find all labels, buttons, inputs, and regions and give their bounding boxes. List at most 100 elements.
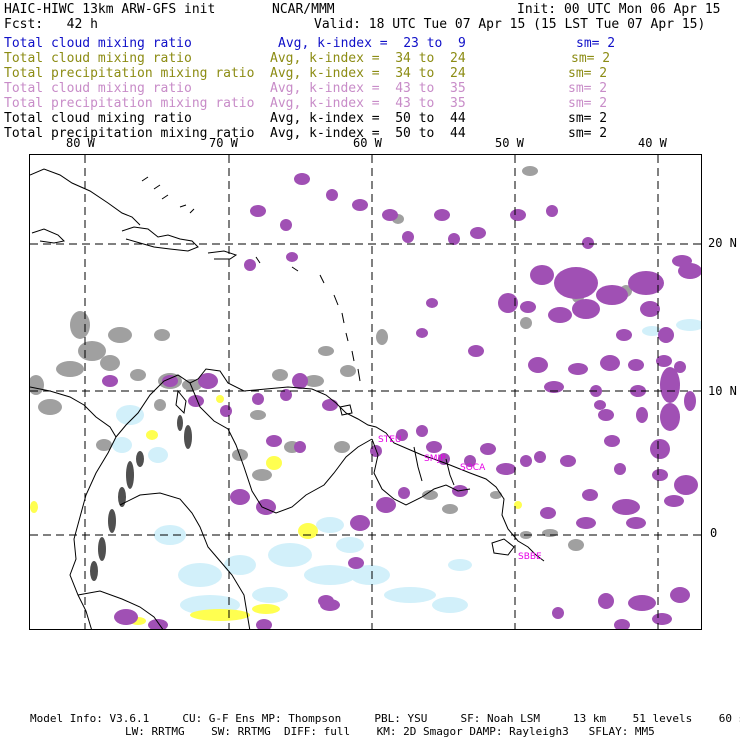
purple-cloud	[626, 517, 646, 529]
field-avg: Avg, k-index = 34 to 24	[270, 51, 466, 66]
purple-cloud	[220, 405, 232, 417]
purple-cloud	[568, 363, 588, 375]
field-name: Total precipitation mixing ratio	[4, 66, 255, 81]
purple-cloud	[674, 361, 686, 373]
purple-cloud	[548, 307, 572, 323]
purple-cloud	[614, 463, 626, 475]
purple-cloud	[582, 489, 598, 501]
field-name: Total cloud mixing ratio	[4, 81, 192, 96]
purple-cloud	[496, 463, 516, 475]
purple-cloud	[636, 407, 648, 423]
valid-time: Valid: 18 UTC Tue 07 Apr 15 (15 LST Tue …	[314, 17, 706, 32]
lon-label-40w: 40 W	[638, 136, 667, 150]
purple-cloud	[582, 237, 594, 249]
gray-cloud	[78, 341, 106, 361]
field-avg: Avg, k-index = 34 to 24	[270, 66, 466, 81]
light-blue-cloud	[268, 543, 312, 567]
purple-cloud	[652, 613, 672, 625]
purple-cloud	[426, 441, 442, 453]
gray-cloud	[250, 410, 266, 420]
lon-label-80w: 80 W	[66, 136, 95, 150]
purple-cloud	[352, 199, 368, 211]
purple-cloud	[350, 515, 370, 531]
purple-cloud	[614, 619, 630, 629]
purple-cloud	[572, 299, 600, 319]
field-sm: sm= 2	[571, 51, 611, 66]
field-name: Total cloud mixing ratio	[4, 36, 192, 51]
yellow-precip	[266, 456, 282, 470]
purple-cloud	[148, 619, 168, 629]
station-label: STEU	[378, 435, 401, 445]
light-blue-cloud	[316, 517, 344, 533]
field-name: Total cloud mixing ratio	[4, 111, 192, 126]
gray-cloud	[154, 399, 166, 411]
jamaica-coast	[31, 228, 66, 244]
field-sm: sm= 2	[568, 96, 608, 111]
station-label: SMJP	[424, 454, 446, 464]
lon-label-60w: 60 W	[353, 136, 382, 150]
purple-cloud	[660, 367, 680, 403]
station-label: SBBE	[518, 552, 542, 562]
yellow-precip	[216, 395, 224, 403]
gray-cloud	[542, 529, 558, 537]
purple-cloud	[250, 205, 266, 217]
purple-cloud	[600, 355, 620, 371]
purple-cloud	[426, 298, 438, 308]
dark-gray-cloud	[126, 461, 134, 489]
purple-cloud	[348, 557, 364, 569]
purple-cloud	[292, 373, 308, 389]
purple-cloud	[398, 487, 410, 499]
gray-cloud	[38, 399, 62, 415]
lon-label-70w: 70 W	[209, 136, 238, 150]
lesser-antilles-coast	[255, 256, 361, 382]
purple-cloud	[674, 475, 698, 495]
purple-cloud	[230, 489, 250, 505]
purple-cloud	[552, 607, 564, 619]
gray-cloud	[252, 469, 272, 481]
model-info-line2: LW: RRTMG SW: RRTMG DIFF: full KM: 2D Sm…	[125, 725, 655, 738]
purple-cloud	[596, 285, 628, 305]
purple-cloud	[672, 255, 692, 267]
init-time: Init: 00 UTC Mon 06 Apr 15	[517, 2, 721, 17]
field-sm: sm= 2	[568, 81, 608, 96]
gray-cloud	[334, 441, 350, 453]
purple-cloud	[102, 375, 118, 387]
bahamas-coast	[141, 176, 195, 214]
purple-cloud	[628, 595, 656, 611]
field-sm: sm= 2	[568, 66, 608, 81]
field-sm: sm= 2	[568, 111, 608, 126]
purple-cloud	[520, 455, 532, 467]
purple-cloud	[520, 301, 536, 313]
purple-cloud	[628, 271, 664, 295]
map-canvas: STEU SMJP SOCA SBBE	[30, 155, 701, 629]
dark-gray-cloud	[90, 561, 98, 581]
purple-cloud	[594, 400, 606, 410]
dark-gray-cloud	[108, 509, 116, 533]
gray-cloud	[568, 539, 584, 551]
purple-cloud	[402, 231, 414, 243]
gray-cloud	[520, 317, 532, 329]
purple-cloud	[598, 409, 614, 421]
gray-cloud	[376, 329, 388, 345]
dark-gray-cloud	[98, 537, 106, 561]
pacific-coast	[69, 436, 117, 629]
gray-cloud	[490, 491, 502, 499]
dark-gray-cloud	[177, 415, 183, 431]
light-blue-cloud	[676, 319, 701, 331]
purple-cloud	[480, 443, 496, 455]
light-blue-cloud	[154, 525, 186, 545]
field-avg: Avg, k-index = 43 to 35	[270, 81, 466, 96]
dark-gray-cloud	[184, 425, 192, 449]
yellow-precip	[298, 523, 318, 539]
field-avg: Avg, k-index = 50 to 44	[270, 111, 466, 126]
field-avg: Avg, k-index = 43 to 35	[270, 96, 466, 111]
purple-cloud	[598, 593, 614, 609]
light-blue-cloud	[304, 565, 356, 585]
purple-cloud	[434, 209, 450, 221]
gray-cloud	[340, 365, 356, 377]
purple-cloud	[652, 469, 668, 481]
light-blue-cloud	[384, 587, 436, 603]
light-blue-cloud	[252, 587, 288, 603]
gray-cloud	[100, 355, 120, 371]
purple-cloud	[534, 451, 546, 463]
